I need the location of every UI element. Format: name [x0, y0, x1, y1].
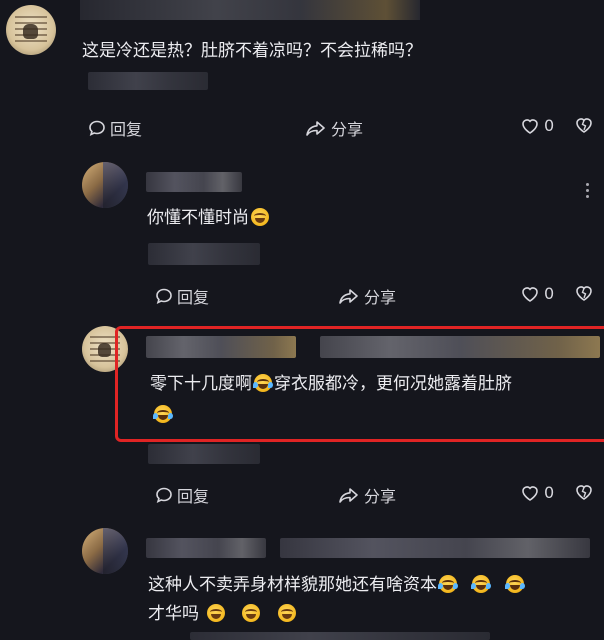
- reply-button[interactable]: 回复: [88, 116, 142, 140]
- like-button[interactable]: 0: [520, 116, 554, 135]
- broken-heart-icon: [574, 483, 594, 501]
- tears-of-joy-emoji: [504, 575, 525, 593]
- share-button[interactable]: 分享: [305, 116, 363, 140]
- dislike-button[interactable]: [574, 116, 594, 134]
- share-label: 分享: [364, 288, 397, 307]
- reply-label: 回复: [177, 288, 210, 307]
- comment-text-continuation: [152, 403, 174, 427]
- share-button[interactable]: 分享: [338, 483, 396, 507]
- comment-text: 这是冷还是热？肚脐不着凉吗？不会拉稀吗？: [82, 41, 422, 61]
- broken-heart-icon: [574, 116, 594, 134]
- heart-icon: [520, 484, 540, 502]
- like-button[interactable]: 0: [520, 483, 554, 502]
- blurred-meta: [148, 444, 260, 464]
- share-arrow-icon: [338, 486, 360, 504]
- comment-text: 零下十几度啊 穿衣服都冷，更何况她露着肚脐: [150, 374, 512, 394]
- broken-heart-icon: [574, 284, 594, 302]
- like-button[interactable]: 0: [520, 284, 554, 303]
- more-vertical-icon[interactable]: [586, 183, 589, 198]
- heart-icon: [520, 285, 540, 303]
- avatar[interactable]: [6, 5, 56, 55]
- blurred-header: [80, 0, 420, 20]
- like-count: 0: [544, 483, 555, 502]
- grinning-sweat-emoji: [242, 604, 261, 622]
- share-label: 分享: [364, 487, 397, 506]
- share-button[interactable]: 分享: [338, 284, 396, 308]
- like-count: 0: [544, 284, 555, 303]
- tears-of-joy-emoji: [153, 405, 173, 423]
- tears-of-joy-emoji: [471, 575, 492, 593]
- blurred-username: [146, 172, 242, 192]
- reply-label: 回复: [177, 487, 210, 506]
- reply-button[interactable]: 回复: [155, 483, 209, 507]
- comment-bubble-icon: [88, 119, 106, 137]
- blurred-username: [146, 538, 266, 558]
- like-count: 0: [544, 116, 555, 135]
- grinning-sweat-emoji: [207, 604, 225, 622]
- avatar[interactable]: [82, 528, 128, 574]
- reply-label: 回复: [110, 120, 143, 139]
- avatar[interactable]: [82, 162, 128, 208]
- blurred-meta: [280, 538, 590, 558]
- tears-of-joy-emoji: [253, 374, 273, 392]
- comment-list-screen: 这是冷还是热？肚脐不着凉吗？不会拉稀吗？ 回复 分享 0 你懂不懂时尚 回复 分…: [0, 0, 604, 640]
- blurred-meta: [148, 243, 260, 265]
- comment-text: 你懂不懂时尚: [147, 206, 271, 230]
- comment-text: 这种人不卖弄身材样貌那她还有啥资本: [148, 573, 526, 597]
- comment-bubble-icon: [155, 486, 173, 504]
- share-label: 分享: [331, 120, 364, 139]
- grinning-sweat-emoji: [251, 208, 269, 226]
- comment-bubble-icon: [155, 287, 173, 305]
- grinning-sweat-emoji: [277, 604, 296, 622]
- comment-text-continuation: 才华吗: [148, 602, 298, 626]
- blurred-meta: [190, 632, 490, 640]
- share-arrow-icon: [305, 119, 327, 137]
- tears-of-joy-emoji: [438, 575, 458, 593]
- heart-icon: [520, 117, 540, 135]
- reply-button[interactable]: 回复: [155, 284, 209, 308]
- dislike-button[interactable]: [574, 483, 594, 501]
- share-arrow-icon: [338, 287, 360, 305]
- dislike-button[interactable]: [574, 284, 594, 302]
- blurred-meta: [88, 72, 208, 90]
